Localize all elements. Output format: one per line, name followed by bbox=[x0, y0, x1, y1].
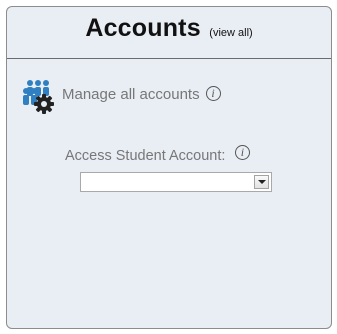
chevron-down-icon bbox=[258, 180, 266, 184]
manage-all-accounts-link[interactable]: Manage all accounts bbox=[62, 86, 200, 103]
student-account-select[interactable] bbox=[80, 172, 272, 192]
panel-header: Accounts (view all) bbox=[7, 7, 331, 59]
access-student-label-row: Access Student Account: i bbox=[65, 145, 250, 165]
accounts-panel: Accounts (view all) Manage all accounts … bbox=[6, 6, 332, 329]
panel-title-wrap: Accounts (view all) bbox=[7, 14, 331, 43]
manage-info-icon[interactable]: i bbox=[205, 86, 221, 101]
panel-title: Accounts bbox=[85, 14, 201, 42]
access-student-info-icon[interactable]: i bbox=[234, 145, 250, 160]
manage-accounts-row[interactable]: Manage all accounts i bbox=[21, 79, 221, 115]
access-student-label: Access Student Account: bbox=[65, 148, 226, 164]
dropdown-button[interactable] bbox=[254, 175, 269, 189]
view-all-link[interactable]: (view all) bbox=[209, 27, 252, 39]
people-gear-icon bbox=[23, 80, 54, 114]
gear-icon bbox=[34, 94, 54, 114]
